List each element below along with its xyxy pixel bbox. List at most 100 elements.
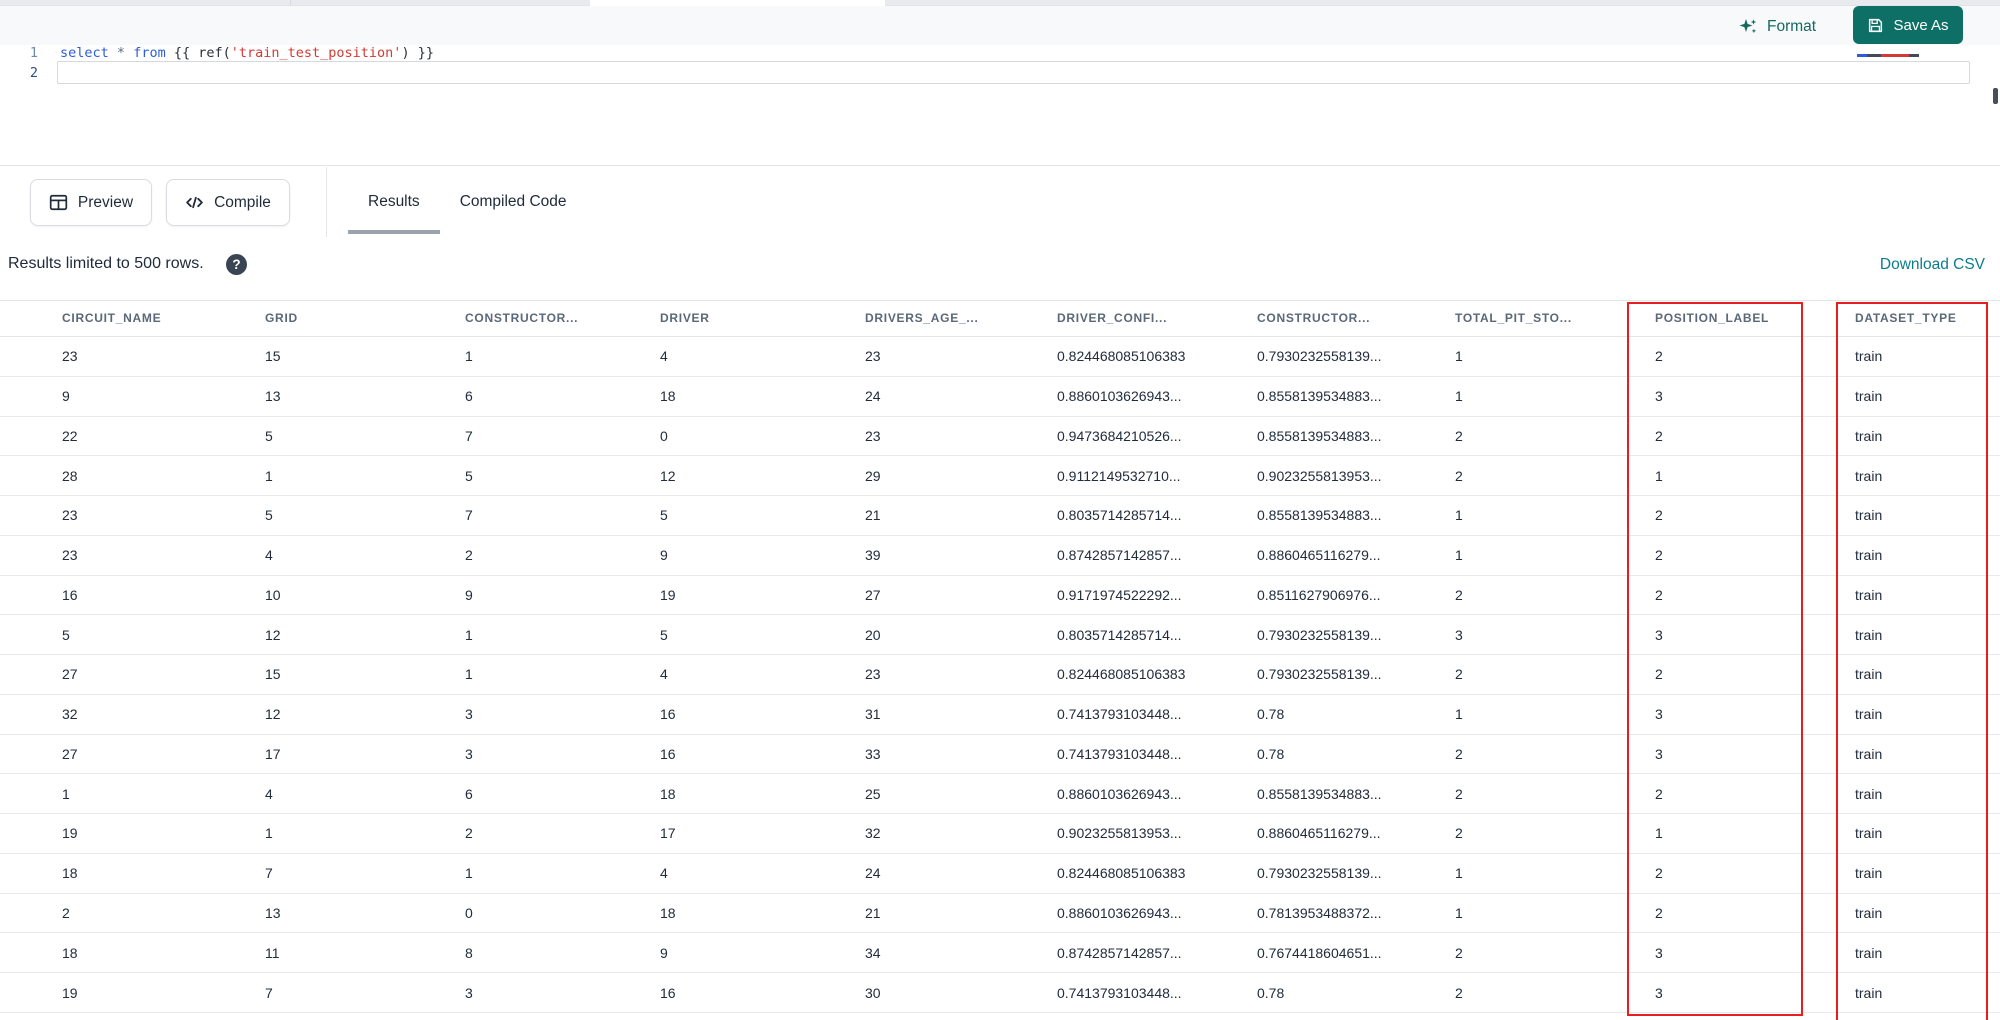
active-line-box[interactable] <box>57 61 1970 84</box>
table-cell: 18 <box>660 388 676 405</box>
table-row: 32 12 3 16 31 0.7413793103448... 0.78 1 3 train <box>0 694 2000 735</box>
table-row: 23 5 7 5 21 0.8035714285714... 0.8558139534883… <box>0 496 2000 536</box>
table-cell: 1 <box>1455 507 1463 524</box>
table-cell: 18 <box>660 905 676 921</box>
table-cell: 0.8511627906976... <box>1257 586 1381 603</box>
table-cell: 2 <box>1655 547 1663 564</box>
table-cell: 2 <box>465 825 473 842</box>
table-cell: 1 <box>1455 348 1463 365</box>
tab-label: Results <box>368 192 420 210</box>
table-cell: 0.78 <box>1257 706 1285 723</box>
table-cell: train <box>1855 388 1883 405</box>
save-as-button[interactable]: Save As <box>1853 6 1963 44</box>
table-row: 19 1 2 17 32 0.9023255813953... 0.886046511627… <box>0 814 2000 854</box>
table-cell: 4 <box>265 785 273 802</box>
table-cell: 16 <box>660 745 676 762</box>
tab-results[interactable]: Results <box>348 166 440 237</box>
table-cell: 1 <box>1455 865 1463 882</box>
tab-label: Compiled Code <box>459 192 567 210</box>
table-cell: 2 <box>1455 666 1463 683</box>
column-header: CONSTRUCTOR... <box>465 311 579 325</box>
table-cell: train <box>1855 944 1883 961</box>
table-cell: train <box>1855 984 1883 1001</box>
table-cell: 1 <box>265 467 273 484</box>
table-cell: 0.7674418604651... <box>1257 944 1382 961</box>
column-header: TOTAL_PIT_STO... <box>1455 311 1572 325</box>
preview-button[interactable]: Preview <box>30 179 152 226</box>
table-cell: 22 <box>62 427 78 444</box>
table-cell: 23 <box>62 547 78 564</box>
table-cell: 13 <box>265 905 281 921</box>
table-cell: 29 <box>865 467 881 484</box>
table-cell: 21 <box>865 905 881 921</box>
table-cell: 1 <box>1655 467 1663 484</box>
table-cell: 24 <box>865 865 881 882</box>
table-cell: 0.7813953488372... <box>1257 905 1382 921</box>
table-cell: 2 <box>1455 745 1463 762</box>
table-cell: 2 <box>1455 427 1463 444</box>
column-header: DRIVERS_AGE_... <box>865 311 979 325</box>
table-cell: 0.9112149532710... <box>1057 467 1181 484</box>
table-cell: 0.8860103626943... <box>1057 785 1182 802</box>
download-csv-link[interactable]: Download CSV <box>1880 256 1985 274</box>
table-row: 16 10 9 19 27 0.9171974522292... 0.85116279069… <box>0 575 2000 616</box>
table-cell: 3 <box>1655 706 1663 723</box>
active-tab-underline <box>348 230 440 234</box>
table-cell: 11 <box>265 944 280 961</box>
table-cell: 12 <box>265 706 281 723</box>
table-cell: 2 <box>1655 586 1663 603</box>
results-limit-message: Results limited to 500 rows. <box>8 255 204 272</box>
table-row: 23 15 1 4 23 0.824468085106383 0.7930232558139… <box>0 337 2000 377</box>
table-cell: 2 <box>1655 507 1663 524</box>
table-cell: 0.8558139534883... <box>1257 507 1382 524</box>
table-row: 27 15 1 4 23 0.824468085106383 0.7930232558139… <box>0 655 2000 695</box>
table-cell: 21 <box>865 507 881 524</box>
code-line-1[interactable]: select * from {{ ref('train_test_positio… <box>60 43 434 63</box>
table-cell: 2 <box>1455 984 1463 1001</box>
table-cell: 2 <box>1655 865 1663 882</box>
table-cell: 10 <box>265 586 281 603</box>
editor-scrollbar[interactable] <box>1993 88 1998 104</box>
minimap-segment <box>1857 54 1867 57</box>
table-cell: 18 <box>62 944 78 961</box>
table-cell: 15 <box>265 666 281 683</box>
table-cell: 32 <box>865 825 881 842</box>
table-cell: 0.8558139534883... <box>1257 785 1382 802</box>
table-cell: 3 <box>1655 626 1663 643</box>
table-cell: train <box>1855 666 1883 683</box>
table-cell: 0.7930232558139... <box>1257 626 1382 643</box>
format-button[interactable]: Format <box>1732 12 1822 42</box>
column-header: POSITION_LABEL <box>1655 311 1770 325</box>
table-cell: 2 <box>1655 905 1663 921</box>
code-token: ) }} <box>401 45 434 61</box>
table-cell: 7 <box>265 984 273 1001</box>
table-cell: 32 <box>62 706 78 723</box>
table-row: 2 13 0 18 21 0.8860103626943... 0.781395348837… <box>0 893 2000 934</box>
table-cell: 0.78 <box>1257 984 1285 1001</box>
table-cell: 0.8035714285714... <box>1057 626 1182 643</box>
table-cell: 9 <box>660 944 668 961</box>
table-icon <box>49 194 68 211</box>
table-cell: 1 <box>62 785 70 802</box>
minimap-segment <box>1867 54 1881 57</box>
table-cell: 0.8035714285714... <box>1057 507 1182 524</box>
editor-minimap[interactable] <box>1857 54 1923 58</box>
table-cell: 2 <box>1455 785 1463 802</box>
sql-editor[interactable]: 1 2 select * from {{ ref('train_test_pos… <box>0 45 2000 165</box>
table-cell: 28 <box>62 467 78 484</box>
table-cell: 3 <box>465 984 473 1001</box>
compile-button[interactable]: Compile <box>166 179 290 226</box>
table-cell: 23 <box>62 348 78 365</box>
tab-compiled-code[interactable]: Compiled Code <box>440 166 587 237</box>
minimap-segment <box>1881 54 1909 57</box>
table-cell: 3 <box>1655 984 1663 1001</box>
table-cell: 1 <box>1455 706 1463 723</box>
table-cell: 1 <box>1455 388 1463 405</box>
table-cell: 2 <box>1455 825 1463 842</box>
table-cell: 39 <box>865 547 881 564</box>
table-cell: 5 <box>465 467 473 484</box>
help-icon[interactable]: ? <box>226 254 247 275</box>
table-cell: 2 <box>1455 586 1463 603</box>
table-cell: 9 <box>660 547 668 564</box>
